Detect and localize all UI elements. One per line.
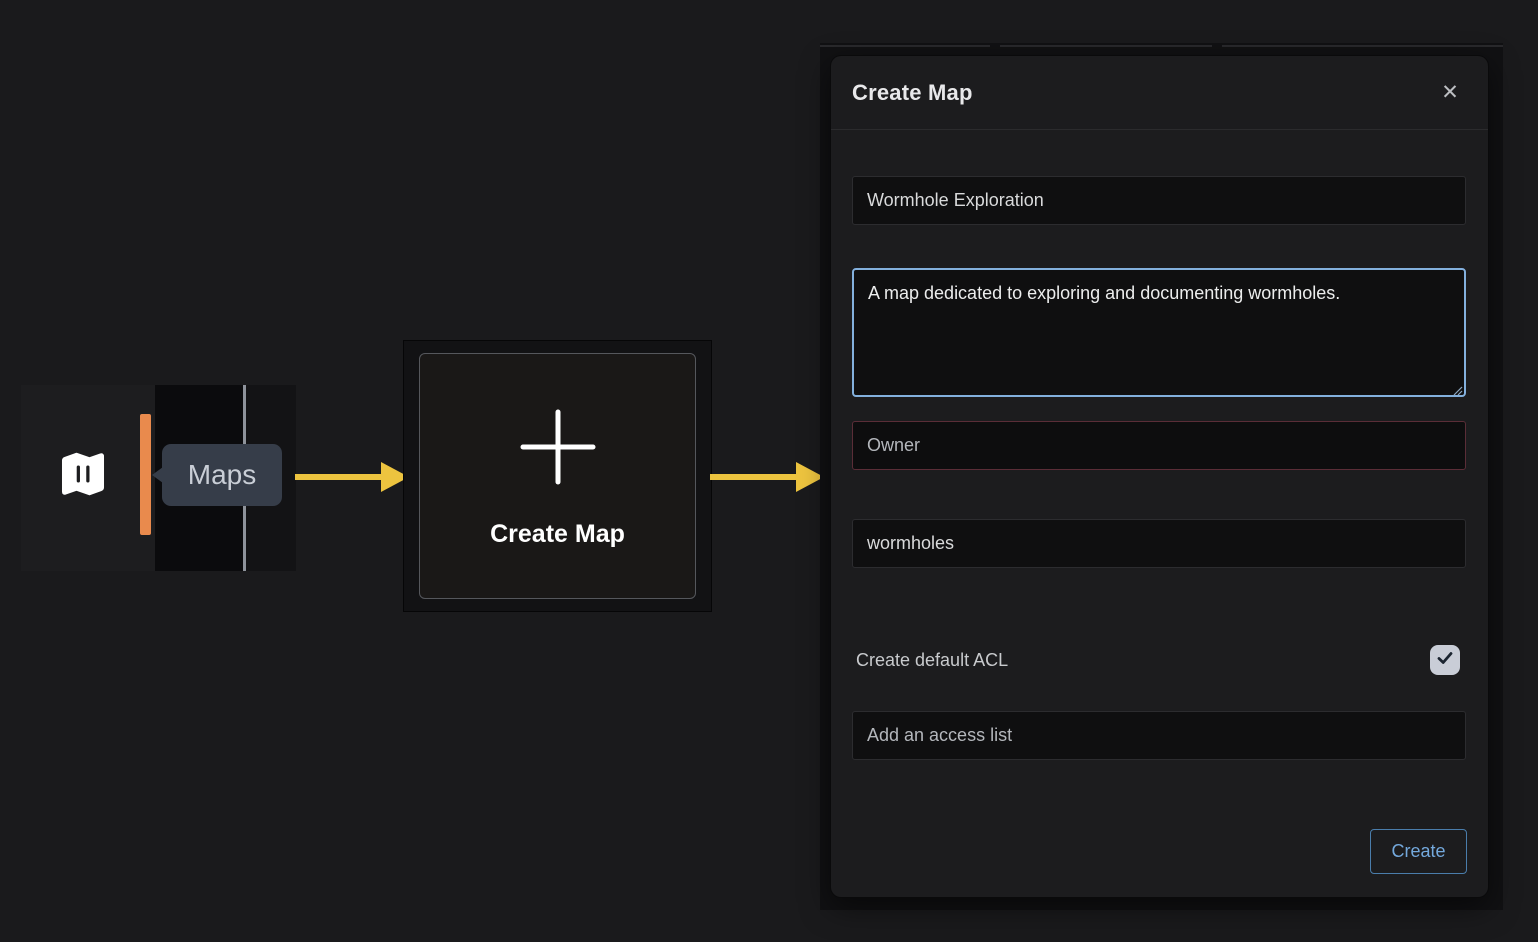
- create-map-card[interactable]: Create Map: [419, 353, 696, 599]
- flow-arrow-2: [708, 457, 826, 502]
- map-icon: [57, 444, 109, 509]
- maps-tooltip-label: Maps: [188, 459, 256, 491]
- create-map-card-label: Create Map: [490, 520, 625, 549]
- create-map-card-container: Create Map: [403, 340, 712, 612]
- close-button[interactable]: ✕: [1436, 79, 1464, 107]
- arrow-right-icon: [293, 457, 411, 497]
- background-ui-edge: [820, 45, 1503, 47]
- access-list-input[interactable]: [852, 711, 1466, 760]
- flow-arrow-1: [293, 457, 411, 502]
- maps-nav-snippet: Maps: [21, 385, 296, 571]
- arrow-right-icon: [708, 457, 826, 497]
- close-icon: ✕: [1441, 81, 1459, 104]
- background-ui-gap: [990, 43, 1000, 49]
- background-ui-gap: [1212, 43, 1222, 49]
- tag-input[interactable]: [852, 519, 1466, 568]
- map-description-textarea[interactable]: A map dedicated to exploring and documen…: [852, 268, 1466, 397]
- resize-handle-icon[interactable]: [1452, 383, 1463, 394]
- check-icon: [1435, 648, 1455, 673]
- map-name-input[interactable]: [852, 176, 1466, 225]
- dialog-header: Create Map ✕: [831, 56, 1488, 130]
- create-map-dialog-snippet: Create Map ✕ A map dedicated to explorin…: [820, 43, 1503, 910]
- acl-label: Create default ACL: [856, 650, 1008, 671]
- plus-icon: [520, 392, 596, 502]
- page: { "flow": { "sidebar": { "tooltip_label"…: [0, 0, 1538, 942]
- create-map-dialog: Create Map ✕ A map dedicated to explorin…: [831, 56, 1488, 897]
- active-nav-indicator: [140, 414, 151, 535]
- dialog-title: Create Map: [852, 80, 973, 106]
- maps-nav-button[interactable]: [57, 445, 109, 507]
- acl-checkbox[interactable]: [1430, 645, 1460, 675]
- create-button[interactable]: Create: [1370, 829, 1467, 874]
- owner-input[interactable]: [852, 421, 1466, 470]
- maps-tooltip: Maps: [162, 444, 282, 506]
